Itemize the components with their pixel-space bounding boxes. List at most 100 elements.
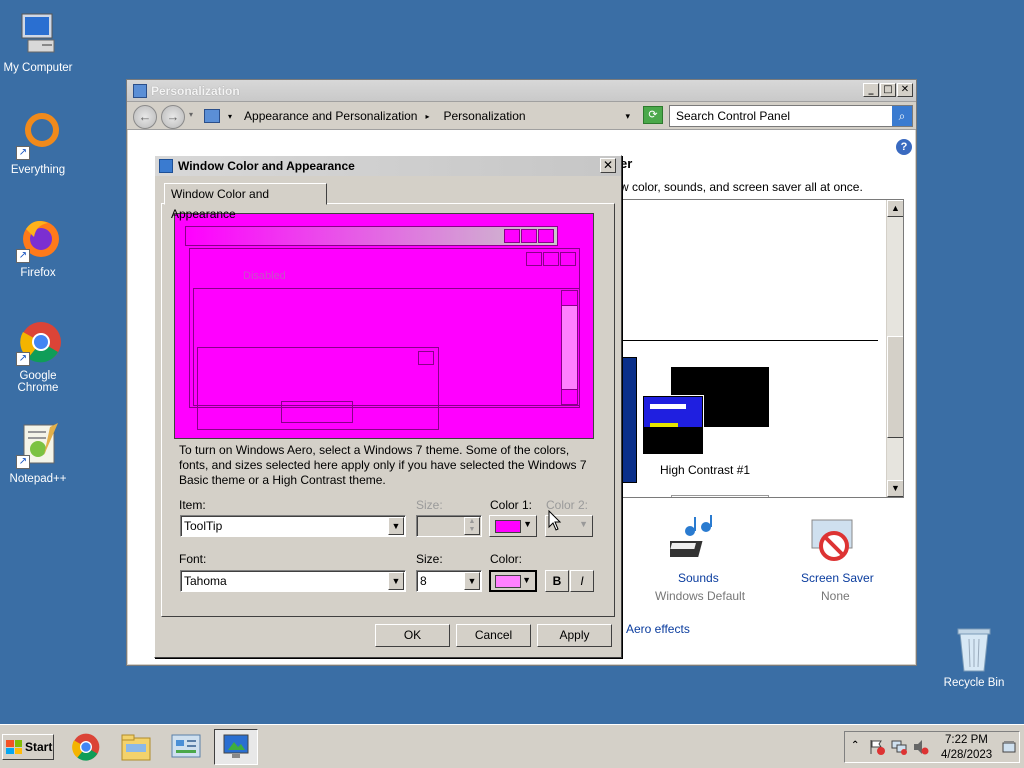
scroll-up-button[interactable]: ▲ (887, 200, 903, 217)
desktop-icon-my-computer[interactable]: My Computer (0, 10, 76, 74)
preview-disabled-menu-text: Disabled (243, 270, 286, 282)
folder-icon (121, 734, 151, 761)
taskbar: Start ⌃ 7:22 PM 4/28/2023 (0, 724, 1024, 768)
scroll-thumb[interactable] (887, 336, 903, 438)
system-tray: ⌃ 7:22 PM 4/28/2023 (844, 731, 1020, 763)
color1-button[interactable]: ▼ (489, 515, 537, 537)
show-hidden-icons-icon[interactable]: ⌃ (851, 740, 859, 751)
dialog-title-bar[interactable]: Window Color and Appearance ✕ (155, 156, 621, 176)
theme-list-scrollbar[interactable]: ▲ ▼ (886, 200, 903, 497)
dialog-icon (159, 159, 173, 173)
forward-button[interactable]: → (161, 105, 185, 129)
screen-saver-link[interactable]: Screen Saver (801, 571, 874, 585)
window-title: Personalization (151, 83, 240, 98)
taskbar-control-panel[interactable] (164, 729, 208, 765)
minimize-button[interactable]: _ (863, 83, 879, 97)
theme-thumbnail-next[interactable] (671, 495, 769, 497)
firefox-icon: ↗ (14, 215, 62, 263)
italic-toggle[interactable]: I (570, 570, 594, 592)
network-icon[interactable] (891, 739, 907, 755)
shortcut-arrow-icon: ↗ (16, 249, 30, 263)
taskbar-chrome[interactable] (64, 729, 108, 765)
desktop-icon-everything[interactable]: ↗ Everything (0, 112, 76, 176)
cancel-button[interactable]: Cancel (456, 624, 531, 647)
tab-window-color[interactable]: Window Color and Appearance (164, 183, 327, 221)
item-select[interactable]: ToolTip ▼ (180, 515, 406, 537)
search-input[interactable]: Search Control Panel ⌕ (669, 105, 913, 127)
chevron-down-icon[interactable]: ▼ (388, 517, 404, 535)
desktop-icon-firefox[interactable]: ↗ Firefox (0, 215, 76, 279)
clock-time[interactable]: 7:22 PM (945, 734, 988, 746)
preview-caption-buttons (504, 229, 554, 243)
item-label: Item: (179, 498, 206, 512)
taskbar-explorer[interactable] (114, 729, 158, 765)
display-icon (223, 734, 249, 758)
back-button[interactable]: ← (133, 105, 157, 129)
chrome-icon (72, 733, 100, 761)
start-button[interactable]: Start (2, 734, 54, 760)
volume-icon[interactable] (913, 739, 929, 755)
breadcrumb-appearance[interactable]: Appearance and Personalization (244, 109, 417, 123)
desktop-icon-label: My Computer (3, 62, 73, 74)
nav-history-dropdown[interactable]: ▾ (189, 110, 193, 119)
apply-button[interactable]: Apply (537, 624, 612, 647)
theme-thumbnail-partial[interactable] (622, 357, 637, 483)
control-panel-icon (204, 109, 220, 123)
show-desktop-icon[interactable] (1002, 740, 1016, 754)
refresh-button[interactable]: ⟳ (643, 106, 663, 124)
maximize-button[interactable]: □ (880, 83, 896, 97)
chevron-down-icon[interactable]: ▼ (464, 572, 480, 590)
appearance-preview[interactable]: Disabled (174, 213, 594, 439)
shortcut-arrow-icon: ↗ (16, 455, 30, 469)
theme-label: High Contrast #1 (660, 463, 751, 477)
desktop-icon-recycle-bin[interactable]: Recycle Bin (942, 625, 1006, 689)
stepper-icon: ▲ ▼ (464, 517, 480, 535)
color1-swatch (495, 520, 521, 533)
recycle-bin-icon (954, 625, 994, 673)
chevron-down-icon: ▼ (523, 519, 532, 529)
screen-saver-value: None (821, 589, 850, 603)
preview-ok-button (281, 401, 353, 423)
address-dropdown[interactable]: ▾ (625, 111, 630, 122)
dialog-close-button[interactable]: ✕ (600, 158, 616, 173)
font-label: Font: (179, 552, 207, 566)
control-panel-icon (171, 734, 201, 758)
item-size-stepper: ▲ ▼ (416, 515, 482, 537)
action-center-flag-icon[interactable] (869, 739, 885, 755)
computer-icon (14, 10, 62, 58)
ok-button[interactable]: OK (375, 624, 450, 647)
recycle-bin-label: Recycle Bin (943, 677, 1005, 689)
bold-toggle[interactable]: B (545, 570, 569, 592)
theme-list[interactable]: High Contrast #1 ▲ ▼ (621, 199, 904, 498)
address-bar[interactable]: ▾ Appearance and Personalization ▸ Perso… (202, 105, 638, 127)
close-button[interactable]: ✕ (897, 83, 913, 97)
desktop-icon-label: Google Chrome (17, 370, 59, 394)
window-title-bar[interactable]: Personalization _ □ ✕ (127, 80, 916, 102)
aero-effects-link[interactable]: Aero effects (626, 622, 690, 636)
taskbar-personalization[interactable] (214, 729, 258, 765)
font-color-button[interactable]: ▼ (489, 570, 537, 592)
sounds-link[interactable]: Sounds (678, 571, 719, 585)
breadcrumb-personalization[interactable]: Personalization (444, 109, 526, 123)
preview-active-caption-buttons (526, 252, 576, 266)
windows-flag-icon (6, 740, 22, 754)
help-icon[interactable]: ? (896, 139, 912, 155)
scroll-down-button[interactable]: ▼ (887, 480, 903, 497)
font-size-select[interactable]: 8 ▼ (416, 570, 482, 592)
desktop-icon-notepadpp[interactable]: ↗ Notepad++ (0, 421, 76, 485)
theme-thumbnail-high-contrast[interactable] (642, 367, 770, 457)
desktop-icon-label: Notepad++ (9, 473, 67, 485)
chevron-down-icon[interactable]: ▼ (388, 572, 404, 590)
desktop-icon-label: Everything (10, 164, 66, 176)
aero-info-text: To turn on Windows Aero, select a Window… (179, 443, 587, 487)
shortcut-arrow-icon: ↗ (16, 146, 30, 160)
chevron-down-icon: ▼ (579, 519, 588, 529)
search-icon[interactable]: ⌕ (892, 106, 912, 126)
font-select[interactable]: Tahoma ▼ (180, 570, 406, 592)
preview-inactive-window[interactable] (185, 226, 558, 246)
clock-date[interactable]: 4/28/2023 (941, 749, 992, 761)
dialog-title: Window Color and Appearance (178, 159, 355, 173)
desktop-icon-chrome[interactable]: ↗ Google Chrome (0, 318, 76, 394)
screen-saver-icon[interactable] (808, 516, 856, 564)
sounds-icon[interactable] (662, 513, 722, 565)
